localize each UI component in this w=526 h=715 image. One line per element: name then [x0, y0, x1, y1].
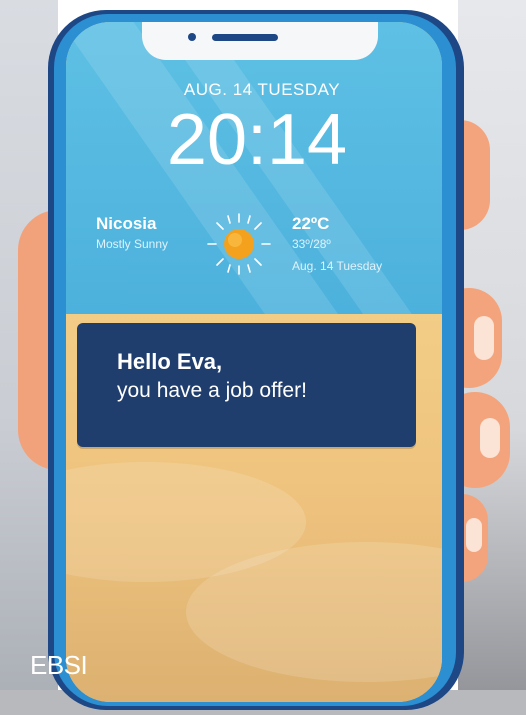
- notification-greeting: Hello Eva,: [117, 349, 223, 374]
- fingernail: [474, 316, 494, 360]
- fingernail: [480, 418, 500, 458]
- camera-icon: [188, 33, 196, 41]
- phone-notch: [142, 22, 378, 60]
- fingernail: [466, 518, 482, 552]
- job-offer-notification[interactable]: Hello Eva, you have a job offer!: [77, 323, 416, 447]
- lockscreen-date: AUG. 14 TUESDAY: [183, 80, 341, 99]
- ebsi-watermark: EBSI: [30, 650, 88, 680]
- weather-city: Nicosia: [96, 214, 157, 233]
- weather-date: Aug. 14 Tuesday: [292, 259, 383, 273]
- lockscreen-clock: 20:14: [166, 100, 348, 180]
- notification-message: you have a job offer!: [117, 379, 307, 402]
- speaker-icon: [212, 34, 278, 41]
- weather-condition: Mostly Sunny: [96, 237, 169, 251]
- weather-range: 33º/28º: [292, 237, 331, 251]
- weather-temperature: 22ºC: [292, 214, 330, 233]
- illustration-scene: AUG. 14 TUESDAY 20:14 Nicosia Mostly Sun…: [0, 0, 526, 715]
- sun-icon: [204, 212, 274, 276]
